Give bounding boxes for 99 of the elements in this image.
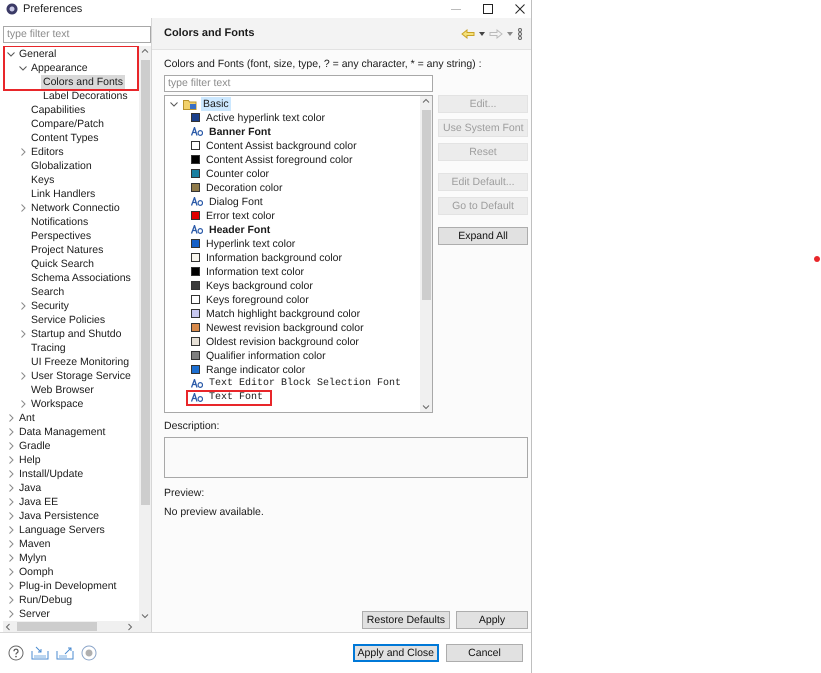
tree-item[interactable]: Content Assist foreground color — [204, 152, 354, 167]
tree-item[interactable]: Web Browser — [29, 382, 96, 397]
tree-item[interactable]: Plug-in Development — [17, 578, 118, 593]
tree-item[interactable]: Java EE — [17, 494, 60, 509]
tree-item[interactable]: Text Font — [207, 390, 266, 405]
tree-item[interactable]: General — [17, 46, 58, 61]
tree-item[interactable]: Label Decorations — [41, 88, 130, 103]
tree-item[interactable]: Error text color — [204, 208, 277, 223]
tree-item[interactable]: Globalization — [29, 158, 94, 173]
scrollbar-thumb[interactable] — [17, 622, 97, 632]
tree-item[interactable]: Colors and Fonts — [41, 74, 125, 89]
tree-item[interactable]: Keys background color — [204, 278, 315, 293]
tree-item[interactable]: Dialog Font — [207, 194, 265, 209]
tree-item[interactable]: Network Connectio — [29, 200, 122, 215]
scrollbar[interactable] — [139, 46, 151, 622]
tree-item[interactable]: Active hyperlink text color — [204, 110, 328, 125]
page-button[interactable]: Apply — [456, 611, 528, 629]
font-icon — [191, 127, 203, 136]
tree-item[interactable]: Perspectives — [29, 228, 94, 243]
dialog-button[interactable]: Apply and Close — [352, 644, 439, 662]
tree-item[interactable]: Qualifier information color — [204, 348, 328, 363]
font-icon — [191, 393, 203, 402]
tree-item[interactable]: Data Management — [17, 424, 108, 439]
export-icon[interactable] — [56, 646, 74, 660]
tree-item[interactable]: Startup and Shutdo — [29, 326, 124, 341]
tree-item[interactable]: Keys — [29, 172, 56, 187]
tree-item[interactable]: Keys foreground color — [204, 292, 311, 307]
tree-item[interactable]: Mylyn — [17, 550, 48, 565]
filter-field[interactable]: type filter text — [3, 26, 151, 43]
scrollbar-thumb[interactable] — [140, 60, 150, 505]
tree-item[interactable]: Tracing — [29, 340, 68, 355]
page-button[interactable]: Restore Defaults — [362, 611, 450, 629]
tree-item[interactable]: Java Persistence — [17, 508, 101, 523]
font-icon — [191, 379, 203, 388]
tree-item[interactable]: Quick Search — [29, 256, 96, 271]
tree-item[interactable]: Oomph — [17, 564, 56, 579]
tree-item[interactable]: Newest revision background color — [204, 320, 366, 335]
tree-item[interactable]: Basic — [201, 96, 231, 111]
tree-item[interactable]: Capabilities — [29, 102, 88, 117]
tree-item[interactable]: Maven — [17, 536, 53, 551]
tree-item[interactable]: Ant — [17, 410, 37, 425]
tree-item[interactable]: Server — [17, 606, 52, 621]
record-icon[interactable] — [81, 645, 97, 661]
preview-label: Preview: — [164, 486, 206, 500]
scrollbar[interactable] — [420, 96, 432, 412]
scrollbar[interactable] — [3, 621, 151, 632]
tree-item[interactable]: Compare/Patch — [29, 116, 106, 131]
tree-item[interactable]: Help — [17, 452, 43, 467]
maximize-icon[interactable] — [483, 4, 493, 14]
dialog-button[interactable]: Cancel — [446, 644, 523, 662]
tree-item[interactable]: Service Policies — [29, 312, 108, 327]
page-title: Colors and Fonts — [164, 26, 254, 42]
description-label: Description: — [164, 418, 220, 434]
tree-item[interactable]: Search — [29, 284, 66, 299]
view-menu-icon[interactable] — [517, 28, 523, 40]
tree-item[interactable]: Hyperlink text color — [204, 236, 298, 251]
tree-item[interactable]: Range indicator color — [204, 362, 308, 377]
tree-item[interactable]: Appearance — [29, 60, 90, 75]
dropdown-caret-icon[interactable] — [479, 32, 485, 36]
tree-item[interactable]: Content Assist background color — [204, 138, 359, 153]
preview-text: No preview available. — [164, 505, 265, 520]
tree-item[interactable]: Counter color — [204, 166, 272, 181]
app-icon — [6, 3, 18, 15]
tree-item[interactable]: Security — [29, 298, 71, 313]
import-icon[interactable] — [31, 646, 49, 660]
tree-item[interactable]: Match highlight background color — [204, 306, 362, 321]
tree-item[interactable]: Java — [17, 480, 44, 495]
close-icon[interactable] — [515, 4, 525, 14]
tree-item[interactable]: Project Natures — [29, 242, 106, 257]
tree-item[interactable]: Editors — [29, 144, 66, 159]
tree-item[interactable]: Content Types — [29, 130, 101, 145]
help-icon[interactable] — [8, 645, 24, 661]
window-title: Preferences — [23, 2, 82, 17]
tree-item[interactable]: Schema Associations — [29, 270, 133, 285]
tree-item[interactable]: Workspace — [29, 396, 86, 411]
tree-item[interactable]: Information background color — [204, 250, 344, 265]
tree-item[interactable]: Install/Update — [17, 466, 86, 481]
folder-icon — [183, 98, 197, 110]
tree-item[interactable]: Language Servers — [17, 522, 107, 537]
tree-item[interactable]: Gradle — [17, 438, 53, 453]
tree-item[interactable]: Header Font — [207, 222, 272, 237]
tree-item[interactable]: Text Editor Block Selection Font — [207, 376, 404, 391]
font-icon — [191, 225, 203, 234]
tree-item[interactable]: UI Freeze Monitoring — [29, 354, 132, 369]
font-icon — [191, 197, 203, 206]
tree-item[interactable]: Run/Debug — [17, 592, 74, 607]
tree-item[interactable]: Banner Font — [207, 124, 273, 139]
tree-item[interactable]: Notifications — [29, 214, 90, 229]
scroll-left-icon[interactable] — [3, 622, 13, 631]
tree-item[interactable]: Information text color — [204, 264, 306, 279]
tree-item[interactable]: Link Handlers — [29, 186, 98, 201]
scrollbar-thumb[interactable] — [422, 110, 430, 300]
side-button[interactable]: Expand All — [438, 226, 528, 245]
tree-item[interactable]: User Storage Service — [29, 368, 133, 383]
filter-field[interactable]: type filter text — [164, 74, 433, 92]
scroll-right-icon[interactable] — [125, 622, 135, 631]
tree-item[interactable]: Decoration color — [204, 180, 284, 195]
filter-label: Colors and Fonts (font, size, type, ? = any character, * = any string) : — [164, 57, 482, 72]
tree-item[interactable]: Oldest revision background color — [204, 334, 361, 349]
